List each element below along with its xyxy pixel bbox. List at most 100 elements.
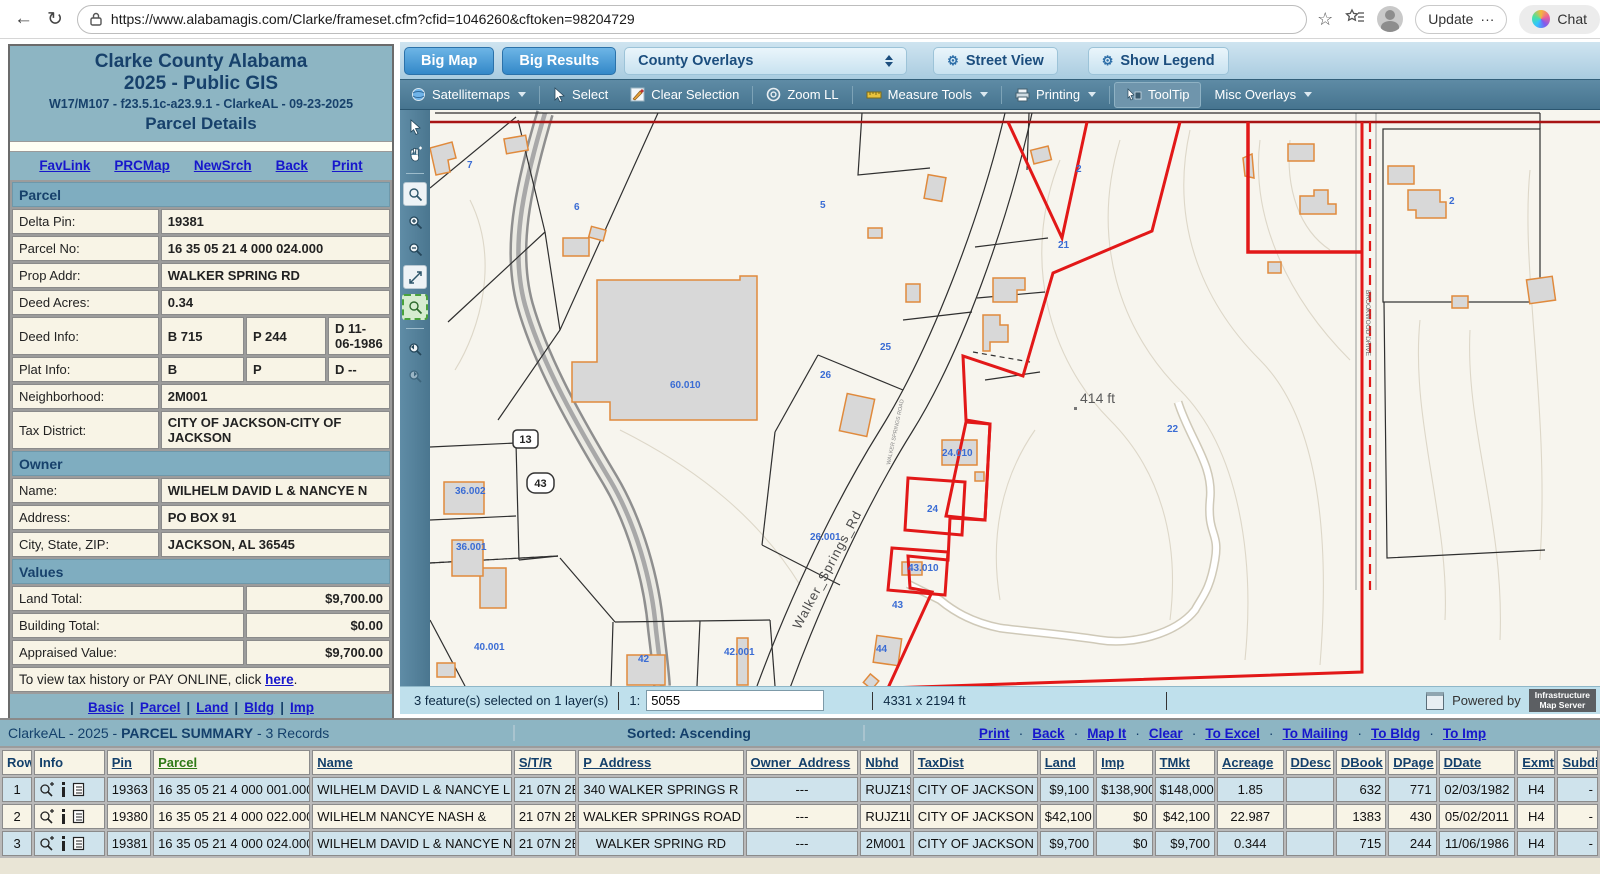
col-acreage[interactable]: Acreage bbox=[1217, 750, 1284, 775]
col-parcel[interactable]: Parcel bbox=[153, 750, 310, 775]
select-label: Select bbox=[572, 87, 608, 102]
col-land[interactable]: Land bbox=[1040, 750, 1094, 775]
acreage-cell: 0.344 bbox=[1217, 831, 1284, 856]
back-icon[interactable]: ← bbox=[14, 8, 33, 30]
print-link[interactable]: Print bbox=[332, 158, 363, 173]
window-icon[interactable] bbox=[1426, 692, 1444, 710]
map-it-action[interactable]: Map It bbox=[1087, 726, 1126, 741]
gis-map[interactable]: 13 43 7 6 2 21 5 2 22 26 25 26.001 24.01… bbox=[430, 110, 1600, 686]
prop-addr-value: WALKER SPRING RD bbox=[161, 263, 390, 288]
printing-menu[interactable]: Printing bbox=[1004, 80, 1107, 109]
copilot-chat-button[interactable]: Chat bbox=[1519, 5, 1600, 34]
favorite-star-icon[interactable]: ☆ bbox=[1317, 9, 1333, 30]
pan-tool-icon[interactable] bbox=[404, 143, 426, 165]
col-dbook[interactable]: DBook bbox=[1336, 750, 1386, 775]
owner-csz-value: JACKSON, AL 36545 bbox=[161, 532, 390, 557]
zoom-to-icon[interactable] bbox=[39, 782, 55, 797]
zoom-ll-tool[interactable]: Zoom LL bbox=[755, 80, 849, 109]
pointer-tool-icon[interactable] bbox=[404, 116, 426, 138]
col-dpage[interactable]: DPage bbox=[1388, 750, 1436, 775]
table-row[interactable]: 3 19381 16 35 05 21 4 000 024.000 WILHEL… bbox=[2, 831, 1598, 856]
col-p-address[interactable]: P_Address bbox=[578, 750, 743, 775]
zoom-to-icon[interactable] bbox=[39, 836, 55, 851]
clear-action[interactable]: Clear bbox=[1149, 726, 1183, 741]
favorites-list-icon[interactable] bbox=[1345, 8, 1365, 31]
table-row[interactable]: 1 19363 16 35 05 21 4 000 001.000 WILHEL… bbox=[2, 777, 1598, 802]
scale-input[interactable] bbox=[646, 690, 824, 711]
next-view-tool-icon[interactable] bbox=[404, 364, 426, 386]
svg-text:43: 43 bbox=[892, 600, 904, 611]
update-button[interactable]: Update ··· bbox=[1415, 5, 1507, 34]
big-map-button[interactable]: Big Map bbox=[404, 47, 494, 75]
chevron-down-icon bbox=[1088, 92, 1096, 97]
to-mailing-action[interactable]: To Mailing bbox=[1283, 726, 1349, 741]
to-bldg-action[interactable]: To Bldg bbox=[1371, 726, 1420, 741]
prcmap-link[interactable]: PRCMap bbox=[114, 158, 170, 173]
back-action[interactable]: Back bbox=[1032, 726, 1064, 741]
zoom-in-tool-icon[interactable] bbox=[404, 211, 426, 233]
street-view-label: Street View bbox=[966, 53, 1044, 69]
col-str[interactable]: S/T/R bbox=[514, 750, 576, 775]
col-name[interactable]: Name bbox=[312, 750, 512, 775]
clear-selection-tool[interactable]: Clear Selection bbox=[619, 80, 750, 109]
col-owner-address[interactable]: Owner_Address bbox=[746, 750, 859, 775]
zoom-window-tool-icon[interactable] bbox=[403, 182, 427, 206]
zoom-to-icon[interactable] bbox=[39, 809, 55, 824]
satellitemaps-menu[interactable]: Satellitemaps bbox=[400, 80, 537, 109]
full-extent-tool-icon[interactable] bbox=[403, 265, 427, 289]
map-button-bar: Big Map Big Results County Overlays ⚙ St… bbox=[400, 42, 1600, 79]
show-legend-button[interactable]: ⚙ Show Legend bbox=[1088, 47, 1229, 75]
parcel-link[interactable]: Parcel bbox=[140, 700, 181, 715]
newsrch-link[interactable]: NewSrch bbox=[194, 158, 252, 173]
info-icon[interactable] bbox=[60, 836, 67, 851]
pin-cell: 19381 bbox=[107, 831, 151, 856]
select-tool[interactable]: Select bbox=[542, 80, 619, 109]
document-icon[interactable] bbox=[72, 809, 85, 824]
col-nbhd[interactable]: Nbhd bbox=[860, 750, 910, 775]
col-imp[interactable]: Imp bbox=[1096, 750, 1152, 775]
basic-link[interactable]: Basic bbox=[88, 700, 124, 715]
previous-view-tool-icon[interactable] bbox=[404, 337, 426, 359]
to-imp-action[interactable]: To Imp bbox=[1443, 726, 1486, 741]
zoom-selection-tool-icon[interactable] bbox=[402, 294, 428, 320]
print-action[interactable]: Print bbox=[979, 726, 1010, 741]
col-exmt[interactable]: Exmt bbox=[1517, 750, 1555, 775]
parcel-details-panel: Clarke County Alabama 2025 - Public GIS … bbox=[8, 44, 394, 724]
imp-link[interactable]: Imp bbox=[290, 700, 314, 715]
bldg-link[interactable]: Bldg bbox=[244, 700, 274, 715]
county-overlays-select[interactable]: County Overlays bbox=[624, 47, 907, 75]
street-view-button[interactable]: ⚙ Street View bbox=[933, 47, 1058, 75]
info-icon[interactable] bbox=[60, 809, 67, 824]
parcel-summary-table: Row Info Pin Parcel Name S/T/R P_Address… bbox=[0, 748, 1600, 858]
col-subdi[interactable]: Subdi bbox=[1557, 750, 1598, 775]
address-bar[interactable]: https://www.alabamagis.com/Clarke/frames… bbox=[77, 5, 1307, 34]
exmt-cell: H4 bbox=[1517, 777, 1555, 802]
col-pin[interactable]: Pin bbox=[107, 750, 151, 775]
col-tmkt[interactable]: TMkt bbox=[1155, 750, 1215, 775]
land-link[interactable]: Land bbox=[196, 700, 228, 715]
toolbar-divider bbox=[1109, 86, 1110, 104]
back-link[interactable]: Back bbox=[276, 158, 308, 173]
document-icon[interactable] bbox=[72, 836, 85, 851]
svg-text:25: 25 bbox=[880, 342, 892, 353]
col-ddesc[interactable]: DDesc bbox=[1286, 750, 1334, 775]
refresh-icon[interactable]: ↻ bbox=[47, 8, 63, 31]
profile-avatar[interactable] bbox=[1377, 6, 1403, 32]
misc-overlays-menu[interactable]: Misc Overlays bbox=[1203, 80, 1323, 109]
zoom-out-tool-icon[interactable] bbox=[404, 238, 426, 260]
pay-online-link[interactable]: here bbox=[265, 672, 294, 687]
imp-cell: $0 bbox=[1096, 804, 1152, 829]
shield-13: 13 bbox=[519, 434, 531, 446]
map-viewport[interactable]: 13 43 7 6 2 21 5 2 22 26 25 26.001 24.01… bbox=[400, 110, 1600, 686]
svg-text:36.001: 36.001 bbox=[456, 542, 487, 553]
table-row[interactable]: 2 19380 16 35 05 21 4 000 022.000 WILHEL… bbox=[2, 804, 1598, 829]
measure-tools-menu[interactable]: Measure Tools bbox=[855, 80, 999, 109]
col-ddate[interactable]: DDate bbox=[1439, 750, 1516, 775]
tooltip-toggle[interactable]: ToolTip bbox=[1114, 82, 1201, 108]
info-icon[interactable] bbox=[60, 782, 67, 797]
favlink-link[interactable]: FavLink bbox=[39, 158, 90, 173]
to-excel-action[interactable]: To Excel bbox=[1205, 726, 1260, 741]
document-icon[interactable] bbox=[72, 782, 85, 797]
col-taxdist[interactable]: TaxDist bbox=[913, 750, 1038, 775]
big-results-button[interactable]: Big Results bbox=[502, 47, 616, 75]
